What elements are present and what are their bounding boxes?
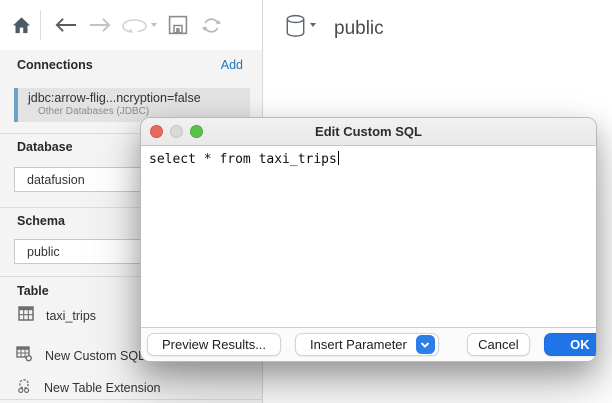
connections-header: Connections Add [17,58,243,72]
back-icon[interactable] [54,17,77,33]
minimize-icon[interactable] [170,125,183,138]
database-label: Database [17,140,73,154]
database-caret-icon[interactable] [310,23,316,27]
database-cylinder-icon[interactable] [285,14,306,44]
forward-icon[interactable] [89,17,112,33]
sql-text-editor[interactable]: select * from taxi_trips [141,146,596,327]
add-connection-link[interactable]: Add [221,58,243,72]
schema-label: Schema [17,214,65,228]
cancel-button[interactable]: Cancel [467,333,530,356]
chevron-down-icon[interactable] [416,335,435,354]
sidebar-bottom-divider [0,399,262,400]
new-custom-sql-item[interactable]: New Custom SQL [16,345,145,367]
window-controls [150,125,203,138]
sql-text: select * from taxi_trips [149,152,337,167]
tableau-datasource-window: Connections Add jdbc:arrow-flig...ncrypt… [0,0,612,403]
table-label: Table [17,284,49,298]
toolbar-separator [40,10,41,40]
zoom-icon[interactable] [190,125,203,138]
connection-item-subtitle: Other Databases (JDBC) [28,106,250,117]
new-custom-sql-label: New Custom SQL [45,349,145,363]
table-gear-icon [16,346,33,367]
save-icon[interactable] [168,15,188,35]
table-row-taxi-trips[interactable]: taxi_trips [18,305,96,327]
datasource-header: public [285,14,384,44]
dialog-title: Edit Custom SQL [141,118,596,145]
table-row-label: taxi_trips [46,309,96,323]
toolbar [0,0,262,50]
dialog-titlebar[interactable]: Edit Custom SQL [141,118,596,146]
new-table-extension-label: New Table Extension [44,381,161,395]
table-grid-icon [18,306,34,326]
extension-icon [16,378,32,399]
connections-label: Connections [17,58,93,72]
database-select-value: datafusion [27,173,85,187]
edit-custom-sql-dialog: Edit Custom SQL select * from taxi_trips… [140,117,597,362]
home-icon[interactable] [12,16,31,35]
schema-select-value: public [27,245,60,259]
preview-results-button[interactable]: Preview Results... [147,333,281,356]
dialog-footer: Preview Results... Insert Parameter Canc… [141,327,596,361]
redo-icon[interactable] [122,16,148,34]
text-caret [338,151,340,165]
ok-button[interactable]: OK [544,333,597,356]
redo-caret-icon[interactable] [151,23,157,27]
close-icon[interactable] [150,125,163,138]
new-table-extension-item[interactable]: New Table Extension [16,377,161,399]
connection-item-title: jdbc:arrow-flig...ncryption=false [28,91,250,105]
refresh-icon[interactable] [201,15,222,36]
insert-parameter-label: Insert Parameter [310,337,407,352]
datasource-title: public [334,18,384,40]
insert-parameter-button[interactable]: Insert Parameter [295,333,439,356]
